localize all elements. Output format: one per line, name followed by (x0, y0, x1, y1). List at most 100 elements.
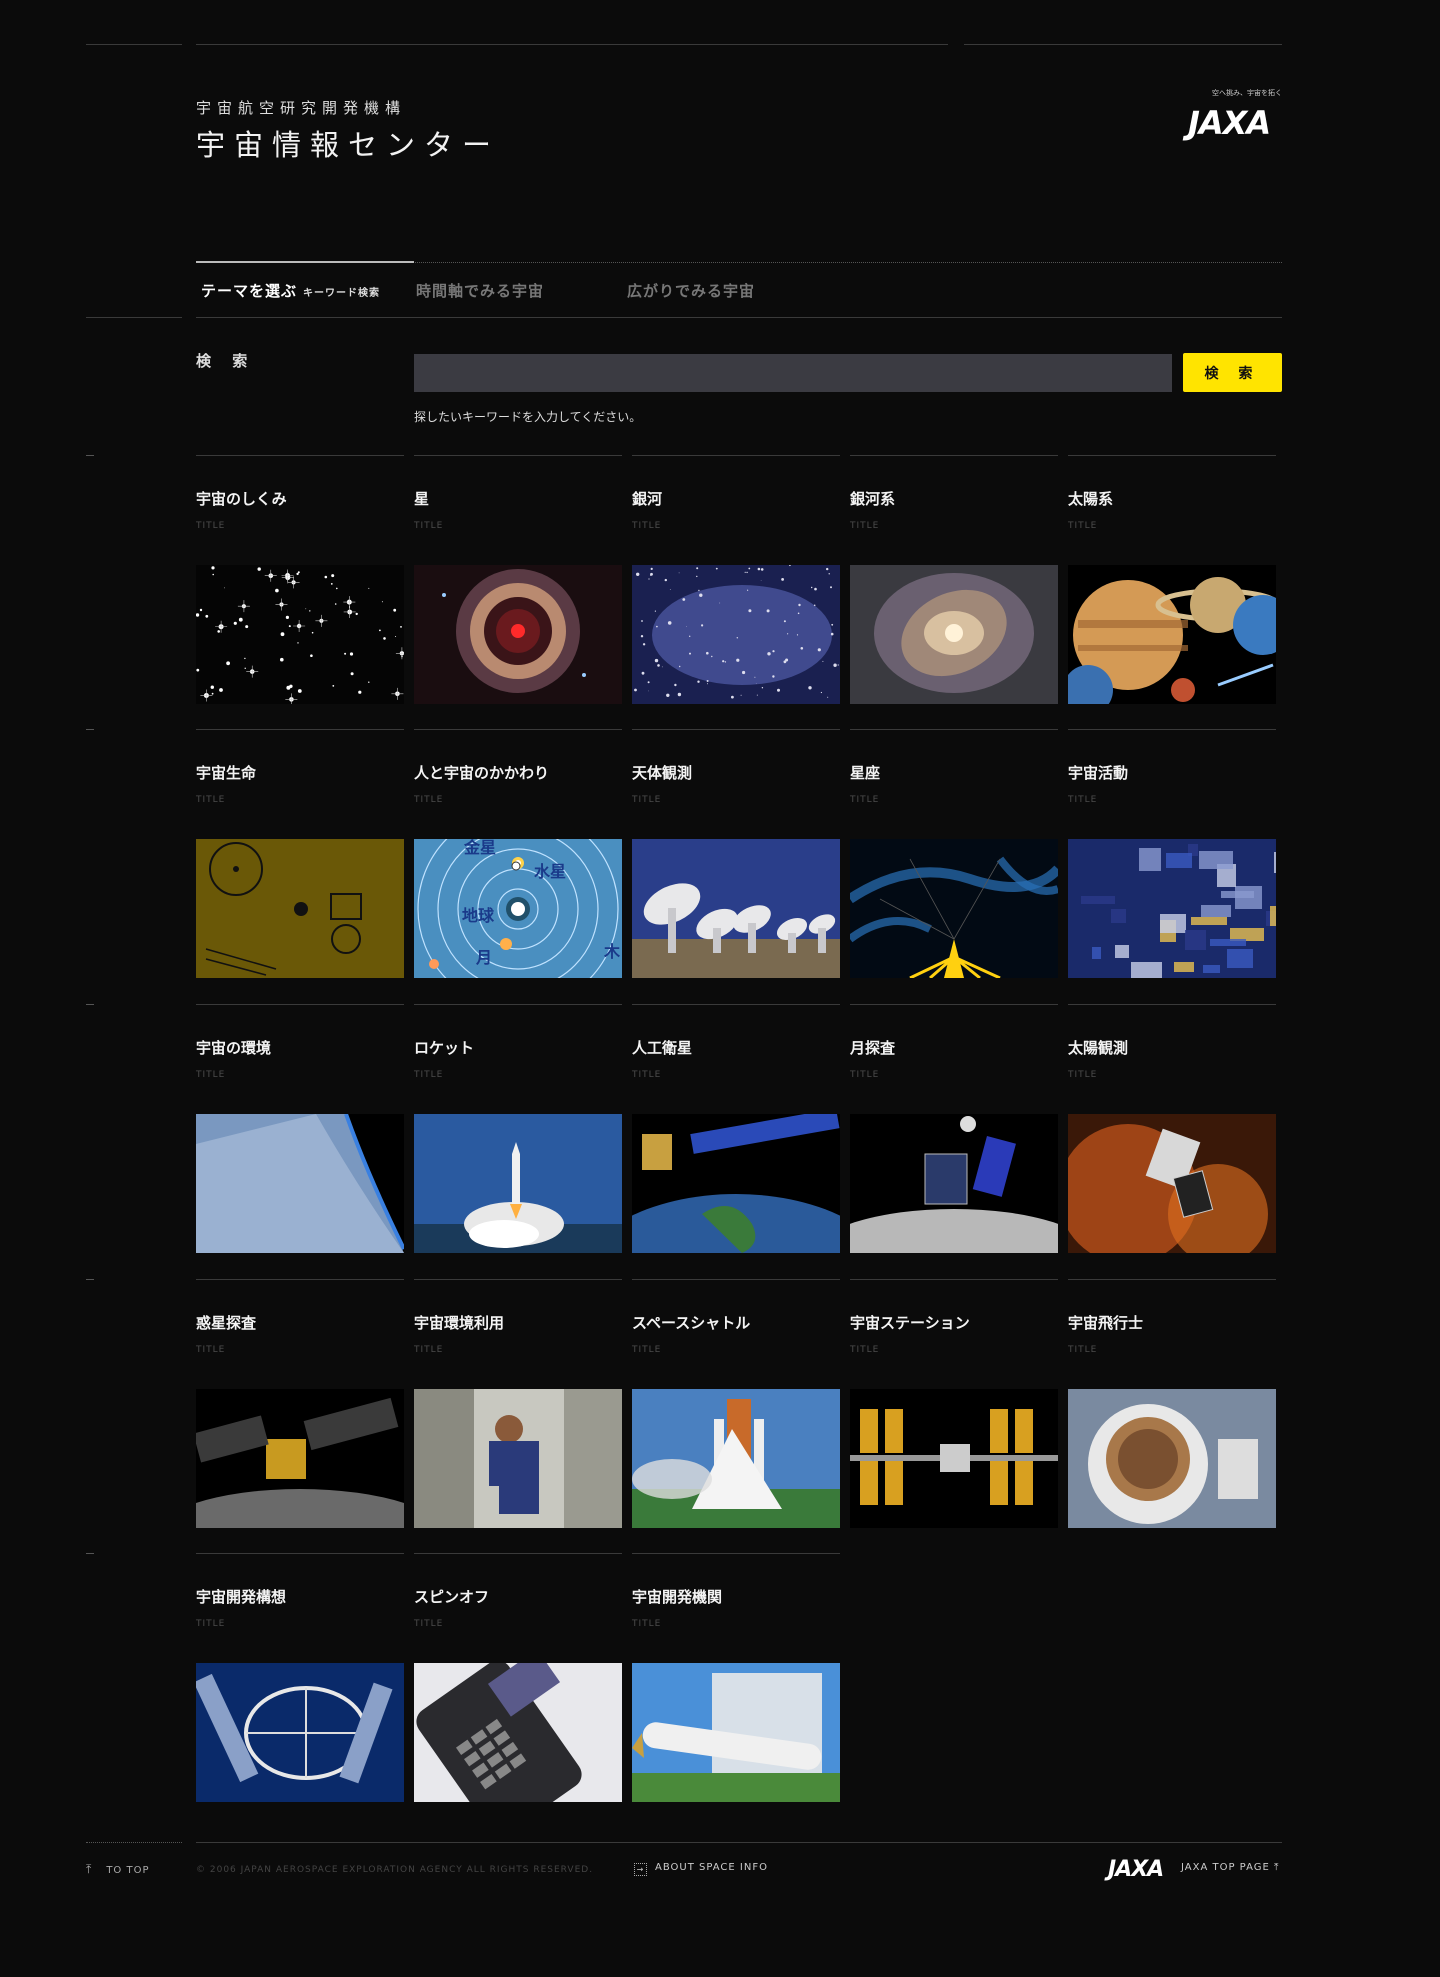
card-rule (632, 1004, 840, 1005)
card-thumbnail-golden-record[interactable] (196, 839, 404, 978)
card-title[interactable]: ロケット (414, 1037, 474, 1058)
theme-card[interactable]: スピンオフ TITLE (414, 1553, 622, 1823)
theme-card[interactable]: 宇宙活動 TITLE (1068, 729, 1276, 999)
card-subtitle: TITLE (632, 521, 662, 531)
card-thumbnail-space-activity-collage[interactable] (1068, 839, 1276, 978)
jaxa-top-link[interactable]: JAXA TOP PAGE ⤒ (1181, 1862, 1279, 1873)
about-link[interactable]: → ABOUT SPACE INFO (634, 1862, 768, 1876)
card-thumbnail-planets[interactable] (1068, 565, 1276, 704)
card-subtitle: TITLE (196, 1619, 226, 1629)
card-thumbnail-radio-telescopes[interactable] (632, 839, 840, 978)
card-rule (632, 455, 840, 456)
theme-card[interactable]: 星座 TITLE (850, 729, 1058, 999)
card-rule (1068, 455, 1276, 456)
card-title[interactable]: 星 (414, 488, 429, 509)
card-title[interactable]: 宇宙のしくみ (196, 488, 287, 509)
card-title[interactable]: 宇宙開発機関 (632, 1586, 722, 1607)
card-title[interactable]: 天体観測 (632, 762, 692, 783)
nav-rule-left (86, 317, 182, 318)
card-thumbnail-solar-observatory[interactable] (1068, 1114, 1276, 1253)
card-thumbnail-blue-galaxy-cluster[interactable] (632, 565, 840, 704)
theme-card[interactable]: 宇宙の環境 TITLE (196, 1004, 404, 1274)
card-title[interactable]: スペースシャトル (632, 1312, 750, 1333)
card-rule (632, 1553, 840, 1554)
card-rule (1068, 1004, 1276, 1005)
top-rule-right (964, 44, 1282, 45)
card-thumbnail-red-star-nebula[interactable] (414, 565, 622, 704)
search-input[interactable] (414, 354, 1172, 392)
card-title[interactable]: 人と宇宙のかかわり (414, 762, 549, 783)
card-title[interactable]: 星座 (850, 762, 880, 783)
card-title[interactable]: 宇宙活動 (1068, 762, 1128, 783)
card-thumbnail-asteroid-probe[interactable] (196, 1389, 404, 1528)
search-hint: 探したいキーワードを入力してください。 (414, 410, 642, 424)
theme-card[interactable]: 宇宙のしくみ TITLE (196, 455, 404, 725)
card-thumbnail-rocket-launch[interactable] (414, 1114, 622, 1253)
tab-timeline[interactable]: 時間軸でみる宇宙 (416, 280, 544, 301)
card-title[interactable]: 銀河 (632, 488, 662, 509)
card-thumbnail-solar-system-map[interactable]: 金星 水星 地球月 木 (414, 839, 622, 978)
card-title[interactable]: スピンオフ (414, 1586, 489, 1607)
card-title[interactable]: 人工衛星 (632, 1037, 692, 1058)
svg-text:金星: 金星 (463, 839, 496, 857)
card-thumbnail-lunar-orbiter[interactable] (850, 1114, 1058, 1253)
theme-card[interactable]: 宇宙開発構想 TITLE (196, 1553, 404, 1823)
theme-card[interactable]: 宇宙環境利用 TITLE (414, 1279, 622, 1549)
card-thumbnail-astronaut-in-lab[interactable] (414, 1389, 622, 1528)
card-thumbnail-space-station[interactable] (850, 1389, 1058, 1528)
tab-keyword-search[interactable]: キーワード検索 (303, 288, 380, 299)
card-title[interactable]: 太陽系 (1068, 488, 1113, 509)
theme-card[interactable]: 月探査 TITLE (850, 1004, 1058, 1274)
card-subtitle: TITLE (414, 1619, 444, 1629)
logo-tagline: 空へ挑み、宇宙を拓く (1212, 89, 1282, 97)
jaxa-logo[interactable]: 空へ挑み、宇宙を拓く JAXA (1180, 88, 1282, 160)
card-title[interactable]: 太陽観測 (1068, 1037, 1128, 1058)
theme-card[interactable]: 宇宙開発機関 TITLE (632, 1553, 840, 1823)
card-title[interactable]: 宇宙生命 (196, 762, 256, 783)
theme-card[interactable]: ロケット TITLE (414, 1004, 622, 1274)
theme-card[interactable]: 銀河 TITLE (632, 455, 840, 725)
theme-card[interactable]: 宇宙ステーション TITLE (850, 1279, 1058, 1549)
card-title[interactable]: 宇宙の環境 (196, 1037, 271, 1058)
theme-card[interactable]: 星 TITLE (414, 455, 622, 725)
card-rule (850, 1004, 1058, 1005)
card-title[interactable]: 月探査 (850, 1037, 895, 1058)
theme-card[interactable]: 太陽観測 TITLE (1068, 1004, 1276, 1274)
card-title[interactable]: 宇宙ステーション (850, 1312, 970, 1333)
card-thumbnail-constellation-chart[interactable] (850, 839, 1058, 978)
card-subtitle: TITLE (632, 1619, 662, 1629)
footer-jaxa-logo[interactable]: JAXA (1108, 1857, 1164, 1882)
card-title[interactable]: 宇宙飛行士 (1068, 1312, 1143, 1333)
card-title[interactable]: 宇宙開発構想 (196, 1586, 286, 1607)
search-button[interactable]: 検 索 (1183, 353, 1282, 392)
card-subtitle: TITLE (196, 795, 226, 805)
theme-card[interactable]: 宇宙生命 TITLE (196, 729, 404, 999)
site-title[interactable]: 宇宙情報センター (196, 122, 500, 164)
card-title[interactable]: 惑星探査 (196, 1312, 256, 1333)
theme-card[interactable]: 惑星探査 TITLE (196, 1279, 404, 1549)
theme-card[interactable]: 宇宙飛行士 TITLE (1068, 1279, 1276, 1549)
theme-card[interactable]: スペースシャトル TITLE (632, 1279, 840, 1549)
theme-card[interactable]: 天体観測 TITLE (632, 729, 840, 999)
card-thumbnail-satellite-over-earth[interactable] (632, 1114, 840, 1253)
card-title[interactable]: 宇宙環境利用 (414, 1312, 504, 1333)
card-thumbnail-space-center-building[interactable] (632, 1663, 840, 1802)
card-subtitle: TITLE (414, 1070, 444, 1080)
card-thumbnail-mobile-phone[interactable] (414, 1663, 622, 1802)
card-title[interactable]: 銀河系 (850, 488, 895, 509)
to-top-link[interactable]: ⤒ TO TOP (86, 1862, 149, 1877)
card-subtitle: TITLE (196, 521, 226, 531)
tab-spread[interactable]: 広がりでみる宇宙 (627, 280, 755, 301)
card-thumbnail-star-field[interactable] (196, 565, 404, 704)
theme-card[interactable]: 人と宇宙のかかわり TITLE 金星 水星 地球月 木 (414, 729, 622, 999)
theme-card[interactable]: 人工衛星 TITLE (632, 1004, 840, 1274)
card-rule (196, 455, 404, 456)
theme-card[interactable]: 太陽系 TITLE (1068, 455, 1276, 725)
theme-card[interactable]: 銀河系 TITLE (850, 455, 1058, 725)
card-thumbnail-spiral-galaxy[interactable] (850, 565, 1058, 704)
card-thumbnail-space-shuttle[interactable] (632, 1389, 840, 1528)
card-thumbnail-space-structure[interactable] (196, 1663, 404, 1802)
card-thumbnail-astronaut-eva[interactable] (1068, 1389, 1276, 1528)
tab-theme[interactable]: テーマを選ぶ キーワード検索 (201, 280, 380, 301)
card-thumbnail-earth-horizon[interactable] (196, 1114, 404, 1253)
